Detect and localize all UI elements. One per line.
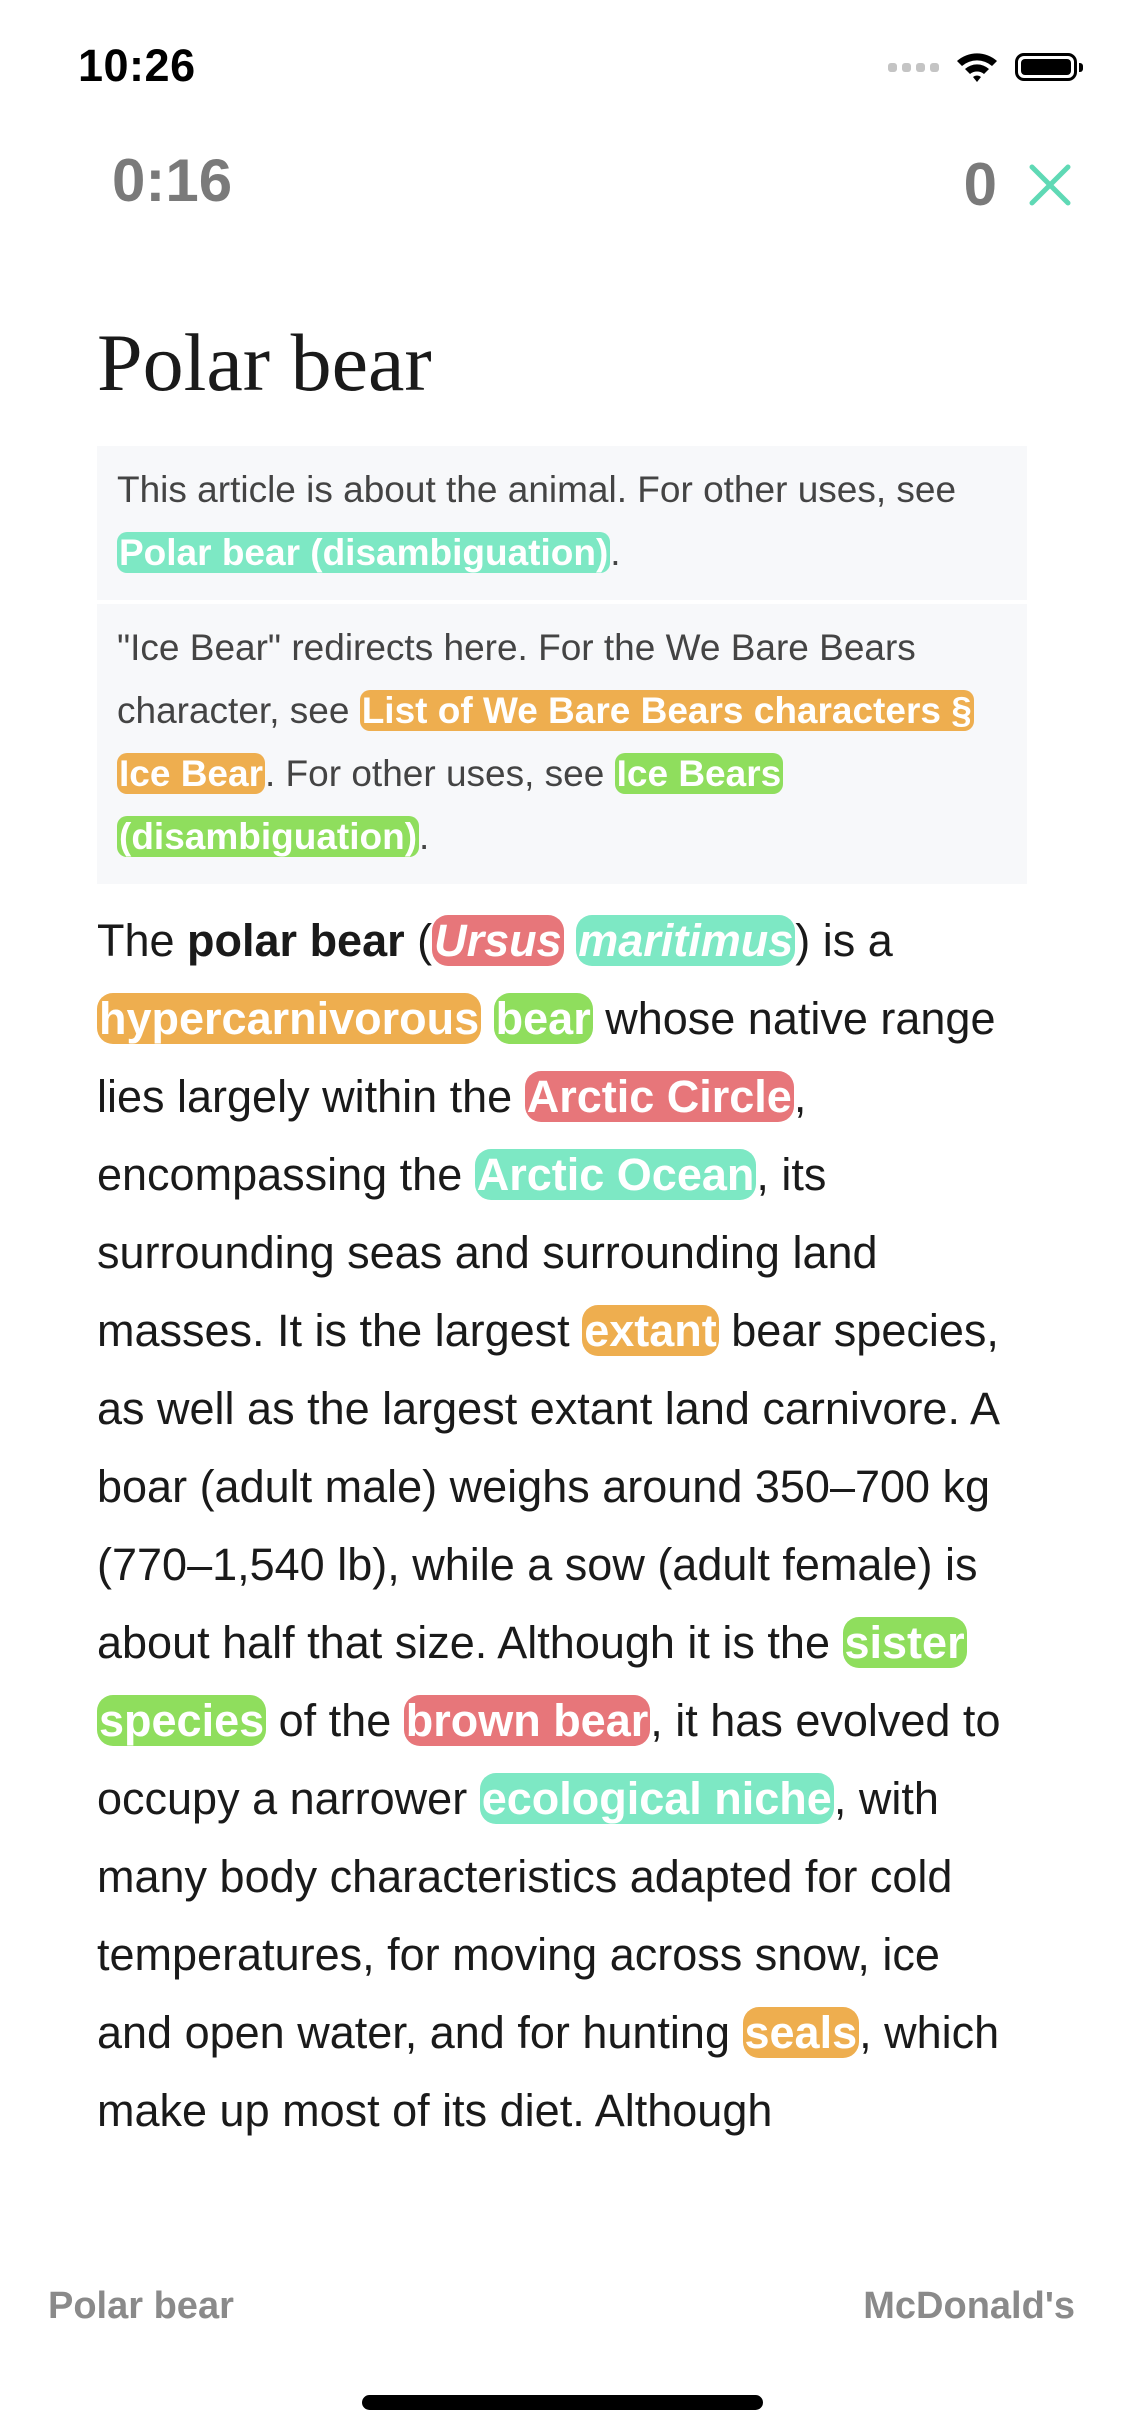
- lead-paragraph: The polar bear (Ursus maritimus) is a hy…: [97, 902, 1027, 2150]
- status-time: 10:26: [78, 40, 196, 91]
- close-button[interactable]: [1015, 150, 1085, 220]
- link-arctic-ocean[interactable]: Arctic Ocean: [474, 1149, 757, 1201]
- link-arctic-circle[interactable]: Arctic Circle: [524, 1071, 794, 1123]
- game-timer: 0:16: [112, 147, 233, 214]
- link-bear[interactable]: bear: [493, 993, 593, 1045]
- article-body: Polar bear This article is about the ani…: [97, 300, 1027, 2150]
- link-maritimus[interactable]: maritimus: [576, 915, 796, 967]
- article-title: Polar bear: [97, 317, 432, 408]
- status-icons: [888, 50, 1083, 84]
- hatnote-text: .: [419, 816, 430, 858]
- link-hypercarnivorous[interactable]: hypercarnivorous: [97, 993, 482, 1045]
- close-x-icon: [1029, 164, 1071, 206]
- hatnote-text: . For other uses, see: [265, 753, 615, 795]
- cellular-signal-icon: [888, 62, 939, 72]
- paragraph-text: [481, 993, 494, 1044]
- link-brown-bear[interactable]: brown bear: [403, 1695, 651, 1747]
- link-ecological-niche[interactable]: ecological niche: [479, 1773, 834, 1825]
- paragraph-text: bear species, as well as the largest ext…: [97, 1305, 999, 1669]
- hatnote-text: .: [610, 532, 621, 574]
- paragraph-text: ) is a: [795, 915, 893, 967]
- paragraph-text: of the: [266, 1695, 404, 1747]
- link-ursus[interactable]: Ursus: [432, 915, 564, 967]
- status-bar: 10:26: [0, 0, 1125, 140]
- hatnote-text: This article is about the animal. For ot…: [117, 469, 957, 511]
- paragraph-text: The: [97, 915, 188, 967]
- click-count: 0: [963, 151, 997, 218]
- paragraph-text: (: [404, 915, 433, 967]
- home-indicator[interactable]: [362, 2395, 763, 2410]
- game-header: 0:16 0: [0, 140, 1125, 230]
- battery-icon: [1015, 53, 1083, 81]
- link-extant[interactable]: extant: [582, 1305, 719, 1357]
- wifi-icon: [957, 53, 997, 82]
- link-polar-bear-disambiguation[interactable]: Polar bear (disambiguation): [117, 532, 611, 574]
- link-seals[interactable]: seals: [742, 2007, 860, 2059]
- start-article-label[interactable]: Polar bear: [48, 2285, 234, 2328]
- paragraph-text: [564, 915, 577, 966]
- hatnote-disambiguation: This article is about the animal. For ot…: [97, 446, 1027, 601]
- bold-term: polar bear: [187, 915, 405, 967]
- hatnote-ice-bear: "Ice Bear" redirects here. For the We Ba…: [97, 604, 1027, 885]
- target-article-label[interactable]: McDonald's: [863, 2285, 1075, 2328]
